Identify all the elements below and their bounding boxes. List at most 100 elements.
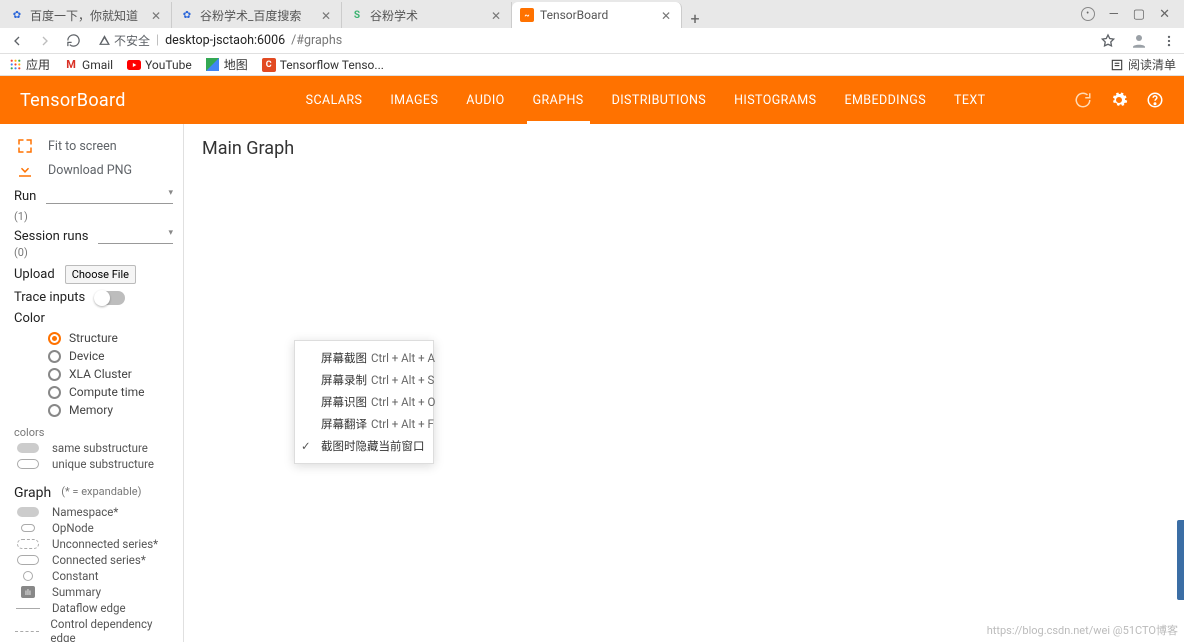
swatch-connected (17, 555, 39, 565)
apps-button[interactable]: 应用 (8, 56, 50, 73)
bm-maps[interactable]: 地图 (206, 56, 248, 73)
close-icon[interactable]: ✕ (321, 9, 333, 21)
back-icon[interactable] (8, 32, 26, 50)
apps-icon (8, 58, 22, 72)
address-bar: 不安全 | desktop-jsctaoh:6006/#graphs (0, 28, 1184, 54)
radio-label: Memory (69, 403, 113, 417)
tab-embeddings[interactable]: EMBEDDINGS (844, 76, 926, 124)
reading-list-icon (1110, 58, 1124, 72)
close-icon[interactable]: ✕ (491, 9, 503, 21)
fit-to-screen-button[interactable]: Fit to screen (48, 139, 117, 154)
tensorboard-header: TensorBoard SCALARS IMAGES AUDIO GRAPHS … (0, 76, 1184, 124)
trace-inputs-toggle[interactable] (95, 291, 125, 305)
ctx-item-hide-window[interactable]: ✓ 截图时隐藏当前窗口 (295, 435, 433, 457)
download-png-button[interactable]: Download PNG (48, 163, 132, 178)
run-count: (1) (14, 210, 28, 223)
ctx-shortcut: Ctrl + Alt + A (371, 351, 435, 365)
window-close-icon[interactable]: ✕ (1159, 7, 1170, 22)
insecure-label: 不安全 (114, 32, 150, 49)
legend-label: Summary (52, 585, 101, 599)
ctx-shortcut: Ctrl + Alt + F (371, 417, 434, 431)
ctx-item-ocr[interactable]: 屏幕识图 Ctrl + Alt + O (295, 391, 433, 413)
window-minimize-icon[interactable]: — (1109, 7, 1119, 22)
upload-label: Upload (14, 267, 55, 282)
swatch-unique (17, 459, 39, 469)
bm-label: 应用 (26, 56, 50, 73)
bm-label: YouTube (145, 58, 192, 72)
youtube-icon (127, 58, 141, 72)
forward-icon[interactable] (36, 32, 54, 50)
watermark: https://blog.csdn.net/wei @51CTO博客 (987, 622, 1178, 638)
legend-label: OpNode (52, 521, 94, 535)
ctx-label: 截图时隐藏当前窗口 (321, 438, 425, 454)
swatch-unconnected (17, 539, 39, 549)
legend-label: Namespace* (52, 505, 118, 519)
choose-file-button[interactable]: Choose File (65, 265, 136, 284)
ctx-item-screenshot[interactable]: 屏幕截图 Ctrl + Alt + A (295, 347, 433, 369)
tab-graphs[interactable]: GRAPHS (533, 76, 584, 124)
browser-tabstrip: ✿ 百度一下，你就知道 ✕ ✿ 谷粉学术_百度搜索 ✕ S 谷粉学术 ✕ ~ T… (0, 0, 1184, 28)
legend-label: Unconnected series* (52, 537, 158, 551)
tab-scalars[interactable]: SCALARS (306, 76, 363, 124)
omnibox[interactable]: 不安全 | desktop-jsctaoh:6006/#graphs (92, 30, 1090, 52)
tab-distributions[interactable]: DISTRIBUTIONS (612, 76, 706, 124)
swatch-namespace (17, 507, 39, 517)
favicon-tensorboard: ~ (520, 8, 534, 22)
bm-gmail[interactable]: MGmail (64, 58, 113, 72)
trace-inputs-label: Trace inputs (14, 290, 85, 305)
bm-label: 地图 (224, 56, 248, 73)
side-handle[interactable] (1177, 520, 1184, 600)
url-path: /#graphs (291, 33, 342, 48)
browser-tab[interactable]: ✿ 百度一下，你就知道 ✕ (2, 2, 172, 28)
swatch-constant (23, 571, 33, 581)
close-icon[interactable]: ✕ (661, 9, 673, 21)
window-maximize-icon[interactable]: ▢ (1133, 7, 1145, 22)
radio-label: Device (69, 349, 105, 363)
session-label: Session runs (14, 229, 88, 244)
session-select[interactable] (98, 230, 173, 244)
run-label: Run (14, 189, 36, 204)
tab-text[interactable]: TEXT (954, 76, 985, 124)
star-icon[interactable] (1100, 33, 1116, 49)
run-select[interactable] (46, 190, 173, 204)
browser-tab-active[interactable]: ~ TensorBoard ✕ (512, 2, 682, 28)
profile-icon[interactable] (1130, 32, 1148, 50)
tab-images[interactable]: IMAGES (390, 76, 438, 124)
color-opt-xla[interactable]: XLA Cluster (14, 365, 173, 383)
ctx-item-record[interactable]: 屏幕录制 Ctrl + Alt + S (295, 369, 433, 391)
bm-label: Tensorflow Tenso... (280, 58, 384, 72)
reading-list-button[interactable]: 阅读清单 (1110, 56, 1176, 73)
tab-audio[interactable]: AUDIO (466, 76, 504, 124)
tab-title: 谷粉学术_百度搜索 (200, 7, 315, 24)
refresh-icon[interactable] (1074, 91, 1092, 109)
ctx-item-translate[interactable]: 屏幕翻译 Ctrl + Alt + F (295, 413, 433, 435)
tb-tabs: SCALARS IMAGES AUDIO GRAPHS DISTRIBUTION… (306, 76, 986, 124)
insecure-icon: 不安全 (98, 32, 150, 49)
browser-tab[interactable]: ✿ 谷粉学术_百度搜索 ✕ (172, 2, 342, 28)
favicon-gfsoso: S (350, 8, 364, 22)
graph-hint: (* = expandable) (61, 485, 141, 498)
color-opt-structure[interactable]: Structure (14, 329, 173, 347)
help-icon[interactable] (1146, 91, 1164, 109)
bm-youtube[interactable]: YouTube (127, 58, 192, 72)
browser-tab[interactable]: S 谷粉学术 ✕ (342, 2, 512, 28)
check-icon: ✓ (301, 439, 311, 453)
color-opt-memory[interactable]: Memory (14, 401, 173, 419)
favicon-baidu: ✿ (180, 8, 194, 22)
account-menu-icon[interactable]: • (1081, 7, 1095, 21)
bm-tensorflow[interactable]: CTensorflow Tenso... (262, 58, 384, 72)
color-opt-device[interactable]: Device (14, 347, 173, 365)
gear-icon[interactable] (1110, 91, 1128, 109)
close-icon[interactable]: ✕ (151, 9, 163, 21)
tab-histograms[interactable]: HISTOGRAMS (734, 76, 816, 124)
ctx-label: 屏幕识图 (321, 394, 367, 410)
legend-label: Control dependency edge (50, 617, 173, 642)
ctx-shortcut: Ctrl + Alt + O (371, 395, 435, 409)
new-tab-button[interactable]: + (682, 9, 708, 28)
menu-icon[interactable] (1162, 34, 1176, 48)
legend-label: same substructure (52, 441, 148, 455)
color-opt-compute[interactable]: Compute time (14, 383, 173, 401)
colors-heading: colors (14, 426, 44, 439)
reload-icon[interactable] (64, 32, 82, 50)
swatch-same (17, 443, 39, 453)
